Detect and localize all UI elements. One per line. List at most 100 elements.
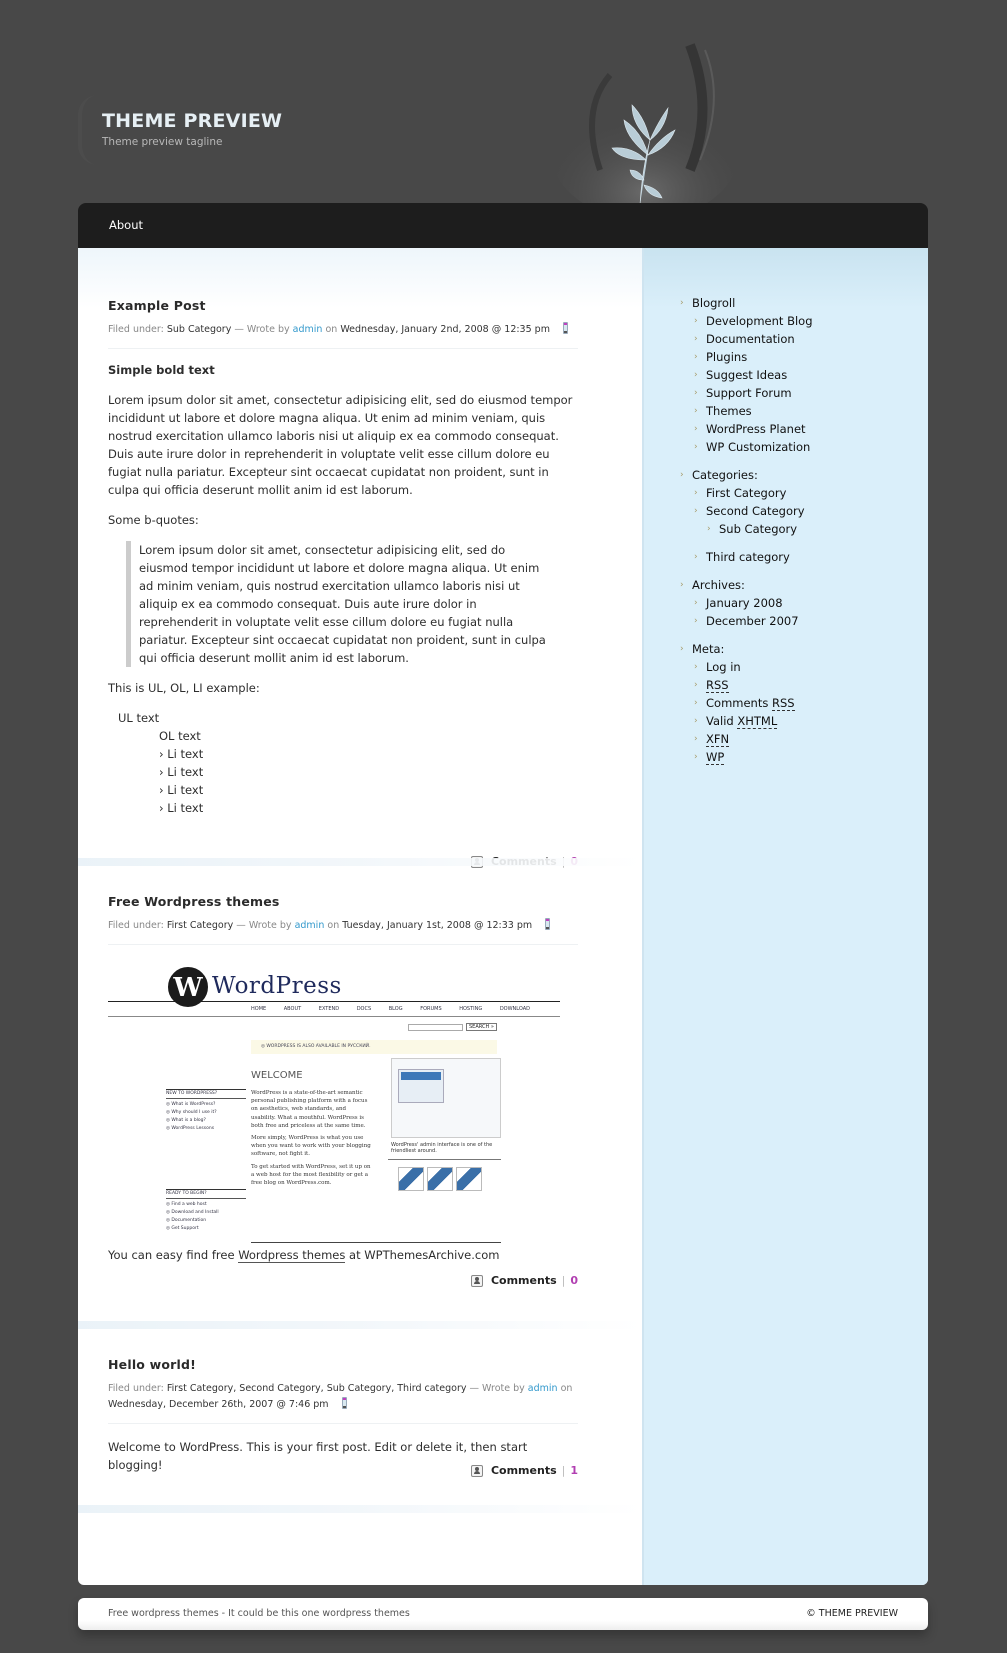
- image-rule: [251, 1242, 501, 1243]
- meta-divider: [108, 944, 578, 945]
- link-label[interactable]: Suggest Ideas: [706, 368, 787, 382]
- post-meta: Filed under: First Category — Wrote by a…: [108, 918, 578, 934]
- link-label[interactable]: January 2008: [706, 596, 783, 610]
- sidebar-link-valid-xhtml[interactable]: › Valid XHTML: [680, 712, 813, 730]
- image-nav-item: HOME: [251, 1006, 267, 1012]
- wordpress-wordmark: WordPress: [212, 973, 342, 999]
- comments-link[interactable]: Comments | 0: [470, 1274, 578, 1287]
- sidebar-link[interactable]: › First Category: [680, 484, 813, 502]
- link-label[interactable]: December 2007: [706, 614, 799, 628]
- link-label[interactable]: WP Customization: [706, 440, 810, 454]
- post-title[interactable]: Example Post: [108, 298, 206, 313]
- site-title[interactable]: THEME PREVIEW: [102, 110, 282, 132]
- author-link[interactable]: admin: [295, 920, 325, 931]
- list-intro: This is UL, OL, LI example:: [108, 681, 260, 695]
- arrow-icon: ›: [694, 506, 698, 516]
- post-example: Example Post Filed under: Sub Category —…: [108, 295, 578, 868]
- sidebar-link[interactable]: › Documentation: [680, 330, 813, 348]
- link-label[interactable]: Development Blog: [706, 314, 813, 328]
- sidebar-link[interactable]: › Support Forum: [680, 384, 813, 402]
- sidebar-link[interactable]: › Suggest Ideas: [680, 366, 813, 384]
- wrote-label: — Wrote by: [234, 324, 290, 335]
- link-label[interactable]: Plugins: [706, 350, 747, 364]
- link-label[interactable]: Sub Category: [719, 522, 797, 536]
- sidebar-link[interactable]: › Development Blog: [680, 312, 813, 330]
- image-rule: [108, 1016, 560, 1017]
- link-label[interactable]: Third category: [706, 550, 790, 564]
- post-title[interactable]: Hello world!: [108, 1357, 196, 1372]
- image-side-item: ◎ WordPress Lessons: [166, 1126, 215, 1131]
- sidebar-link-xfn[interactable]: › XFN: [680, 730, 813, 748]
- image-paragraph: WordPress is a state-of-the-art semantic…: [251, 1090, 368, 1129]
- sidebar-link[interactable]: › December 2007: [680, 612, 813, 630]
- link-label[interactable]: WP: [706, 750, 725, 765]
- image-thumb: [427, 1167, 453, 1191]
- link-label[interactable]: Support Forum: [706, 386, 792, 400]
- arrow-icon: ›: [694, 424, 698, 434]
- category-link[interactable]: Sub Category: [167, 324, 232, 335]
- comments-separator: |: [561, 1464, 566, 1477]
- image-text: WordPress is a state-of-the-art semantic…: [251, 1089, 371, 1191]
- edit-pencil-icon[interactable]: [545, 918, 551, 930]
- link-label[interactable]: Documentation: [706, 332, 795, 346]
- image-nav-item: EXTEND: [318, 1006, 340, 1012]
- on-label: on: [325, 324, 338, 335]
- nav-item-about[interactable]: About: [109, 218, 143, 232]
- arrow-icon: ›: [707, 524, 711, 534]
- wordpress-logo-icon: W: [168, 967, 208, 1007]
- wordpress-themes-link[interactable]: Wordpress themes: [238, 1248, 346, 1263]
- post-title[interactable]: Free Wordpress themes: [108, 894, 280, 909]
- link-abbr[interactable]: RSS: [772, 696, 795, 711]
- li-item: › Li text: [159, 801, 204, 815]
- blockquote: Lorem ipsum dolor sit amet, consectetur …: [126, 541, 546, 667]
- link-label[interactable]: Second Category: [706, 504, 805, 518]
- ol-item: OL text: [159, 729, 201, 743]
- text-before: You can easy find free: [108, 1248, 235, 1262]
- link-label[interactable]: Log in: [706, 660, 741, 674]
- sidebar-link-rss[interactable]: › RSS: [680, 676, 813, 694]
- link-label[interactable]: RSS: [706, 678, 729, 693]
- sidebar-link[interactable]: › Plugins: [680, 348, 813, 366]
- sidebar-link[interactable]: › Second Category: [680, 502, 813, 520]
- link-abbr[interactable]: XHTML: [737, 714, 778, 729]
- sidebar-link[interactable]: › WP Customization: [680, 438, 813, 456]
- sidebar-link-login[interactable]: › Log in: [680, 658, 813, 676]
- author-link[interactable]: admin: [528, 1383, 558, 1394]
- footer-copyright: © THEME PREVIEW: [806, 1608, 898, 1619]
- image-side-heading: READY TO BEGIN?: [166, 1189, 246, 1199]
- category-link[interactable]: First Category, Second Category, Sub Cat…: [167, 1383, 467, 1394]
- arrow-icon: ›: [694, 488, 698, 498]
- arrow-icon: ›: [694, 752, 698, 762]
- sidebar-link-wp[interactable]: › WP: [680, 748, 813, 766]
- meta-divider: [108, 348, 578, 349]
- sidebar-link[interactable]: › January 2008: [680, 594, 813, 612]
- image-side-item: ◎ Documentation: [166, 1218, 207, 1223]
- link-label[interactable]: First Category: [706, 486, 786, 500]
- image-nav-item: DOCS: [356, 1006, 372, 1012]
- post-free-themes: Free Wordpress themes Filed under: First…: [108, 891, 578, 1287]
- link-label[interactable]: Comments: [706, 696, 768, 710]
- link-label[interactable]: Valid: [706, 714, 734, 728]
- meta-divider: [108, 1423, 578, 1424]
- sidebar-link[interactable]: › WordPress Planet: [680, 420, 813, 438]
- comments-link[interactable]: Comments | 1: [470, 1464, 578, 1477]
- site-footer: Free wordpress themes - It could be this…: [78, 1598, 928, 1630]
- edit-pencil-icon[interactable]: [562, 322, 568, 334]
- link-label[interactable]: WordPress Planet: [706, 422, 806, 436]
- image-sidebar-new: NEW TO WORDPRESS? ◎ What is WordPress? ◎…: [166, 1089, 246, 1133]
- sidebar-link[interactable]: › Third category: [680, 548, 813, 566]
- edit-pencil-icon[interactable]: [341, 1397, 347, 1409]
- image-admin-block: [398, 1069, 444, 1103]
- author-link[interactable]: admin: [293, 324, 323, 335]
- link-label[interactable]: XFN: [706, 732, 730, 747]
- category-link[interactable]: First Category: [167, 920, 233, 931]
- sidebar-list: › Blogroll › Development Blog › Documentati…: [680, 294, 813, 766]
- arrow-icon: ›: [694, 680, 698, 690]
- main-navigation: About: [78, 203, 928, 248]
- link-label[interactable]: Themes: [706, 404, 752, 418]
- sidebar-link[interactable]: › Sub Category: [680, 520, 813, 538]
- image-search-box: [408, 1024, 463, 1031]
- sidebar-link[interactable]: › Themes: [680, 402, 813, 420]
- post-paragraph: Lorem ipsum dolor sit amet, consectetur …: [108, 393, 573, 497]
- sidebar-link-comments-rss[interactable]: › Comments RSS: [680, 694, 813, 712]
